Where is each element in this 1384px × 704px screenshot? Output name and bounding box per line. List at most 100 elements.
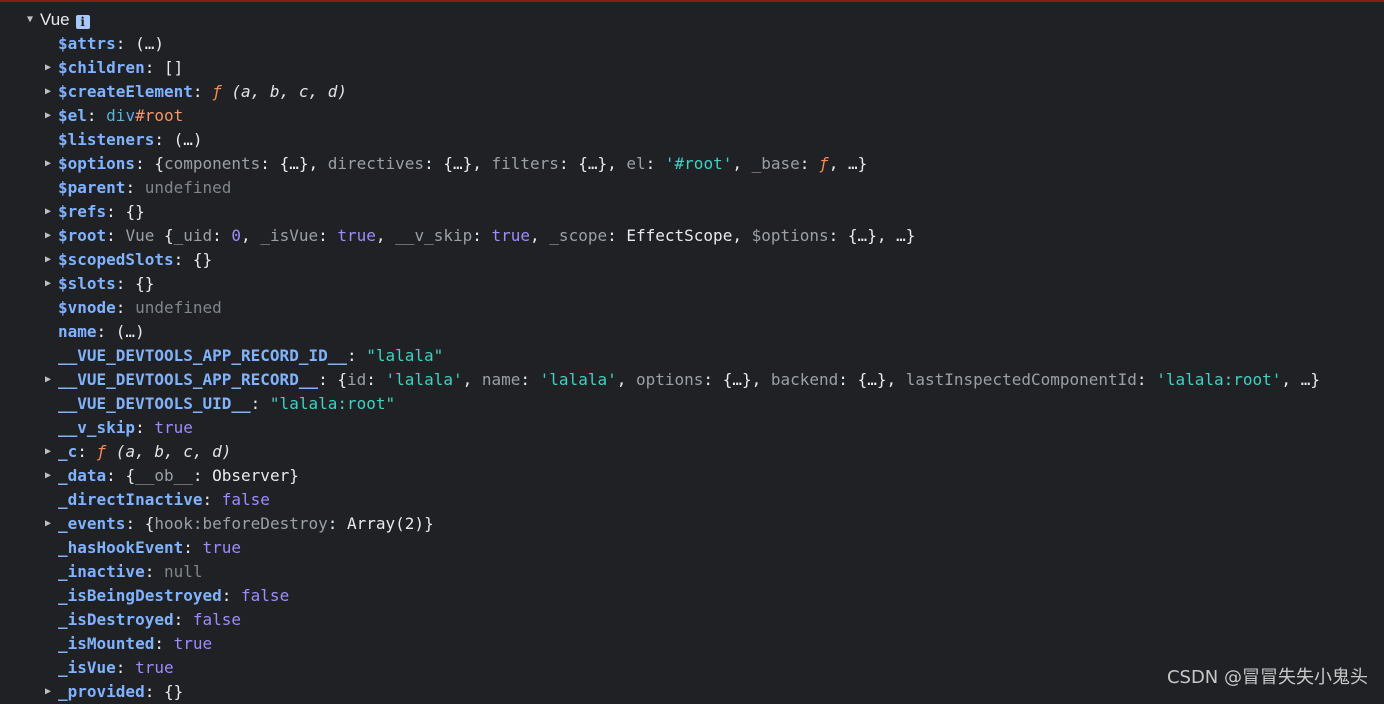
- property-value: []: [164, 58, 183, 77]
- property-key: __v_skip: [58, 418, 136, 437]
- value-token: (a, b, c, d): [106, 442, 232, 461]
- value-token: , …}: [828, 154, 868, 173]
- property-colon: :: [144, 682, 164, 701]
- expand-triangle-icon[interactable]: ▶: [42, 80, 54, 104]
- expand-triangle-icon[interactable]: ▶: [42, 224, 54, 248]
- value-token: : {…},: [703, 370, 771, 389]
- property-key: _isVue: [58, 658, 116, 677]
- value-token: false: [221, 490, 270, 509]
- value-token: {}: [192, 250, 213, 269]
- expand-triangle-icon[interactable]: ▼: [24, 8, 36, 32]
- property-key: $listeners: [58, 130, 155, 149]
- expand-triangle-icon[interactable]: ▶: [42, 104, 54, 128]
- property-value: {}: [164, 682, 183, 701]
- expand-triangle-icon[interactable]: ▶: [42, 56, 54, 80]
- property-key: _events: [58, 514, 126, 533]
- value-token: _scope: [549, 226, 608, 245]
- value-token: {}: [125, 202, 145, 221]
- value-token: __ob__: [135, 466, 193, 485]
- value-token: directives: [327, 154, 425, 173]
- value-token: '#root': [664, 154, 733, 173]
- value-token: {: [154, 154, 164, 173]
- property-value: false: [193, 610, 241, 629]
- value-token: (…): [115, 322, 145, 341]
- property-key: __VUE_DEVTOOLS_APP_RECORD_ID__: [58, 346, 347, 365]
- value-token: {: [125, 466, 136, 485]
- expand-triangle-icon[interactable]: ▶: [42, 512, 54, 536]
- value-token: : {…},: [260, 154, 328, 173]
- value-token: __v_skip: [395, 226, 473, 245]
- property-value: {__ob__: Observer}: [125, 466, 298, 485]
- expand-triangle-icon[interactable]: ▶: [42, 152, 54, 176]
- expand-triangle-icon[interactable]: ▶: [42, 368, 54, 392]
- property-value: ƒ (a, b, c, d): [97, 442, 232, 461]
- property-colon: :: [115, 274, 136, 293]
- property-colon: :: [183, 538, 203, 557]
- value-token: (…): [173, 130, 203, 149]
- value-token: _base: [751, 154, 800, 173]
- value-token: ,: [462, 370, 482, 389]
- value-token: ƒ: [212, 82, 222, 101]
- property-colon: :: [346, 346, 367, 365]
- value-token: backend: [770, 370, 839, 389]
- expand-triangle-icon[interactable]: ▶: [42, 680, 54, 704]
- property-value: true: [174, 634, 213, 653]
- info-icon[interactable]: i: [75, 15, 90, 29]
- value-token: null: [163, 562, 203, 581]
- property-value[interactable]: (…): [174, 130, 203, 149]
- property-colon: :: [154, 130, 174, 149]
- property-colon: :: [135, 418, 155, 437]
- property-key: $attrs: [58, 34, 116, 53]
- expand-triangle-icon[interactable]: ▶: [42, 440, 54, 464]
- property-colon: :: [77, 442, 97, 461]
- value-token: 'lalala:root': [1156, 370, 1282, 389]
- property-colon: :: [96, 322, 116, 341]
- value-token: {}: [163, 682, 184, 701]
- property-value: {}: [135, 274, 154, 293]
- value-token: hook:beforeDestroy: [154, 514, 328, 533]
- value-token: {: [144, 514, 155, 533]
- property-colon: :: [86, 106, 107, 125]
- value-token: _uid: [173, 226, 213, 245]
- expand-triangle-icon[interactable]: ▶: [42, 248, 54, 272]
- expand-triangle-icon[interactable]: ▶: [42, 200, 54, 224]
- property-key: $el: [58, 106, 87, 125]
- expand-triangle-icon[interactable]: ▶: [42, 272, 54, 296]
- value-token: ,: [530, 226, 550, 245]
- value-token: :: [645, 154, 665, 173]
- property-colon: :: [125, 178, 145, 197]
- value-token: ,: [375, 226, 396, 245]
- value-token: : {…},: [558, 154, 627, 173]
- value-token: id: [347, 370, 367, 389]
- value-token: #root: [135, 106, 184, 125]
- property-colon: :: [221, 586, 242, 605]
- property-colon: :: [135, 154, 155, 173]
- property-value: null: [164, 562, 203, 581]
- value-token: true: [337, 226, 376, 245]
- property-value: {}: [193, 250, 212, 269]
- property-colon: :: [154, 634, 174, 653]
- property-value: {}: [125, 202, 144, 221]
- value-token: true: [173, 634, 213, 653]
- property-key: _c: [58, 442, 78, 461]
- value-token: :: [799, 154, 820, 173]
- value-token: true: [135, 658, 174, 677]
- property-key: $vnode: [58, 298, 116, 317]
- property-key: $refs: [58, 202, 107, 221]
- watermark: CSDN @冒冒失失小鬼头: [1166, 667, 1368, 688]
- property-key: _inactive: [58, 562, 145, 581]
- property-key: __VUE_DEVTOOLS_APP_RECORD__: [58, 370, 319, 389]
- value-token: true: [491, 226, 531, 245]
- property-value: {hook:beforeDestroy: Array(2)}: [145, 514, 434, 533]
- property-colon: :: [106, 202, 126, 221]
- expand-triangle-icon[interactable]: ▶: [42, 464, 54, 488]
- value-token: :: [366, 370, 386, 389]
- property-key: $slots: [58, 274, 116, 293]
- property-value: Vue {_uid: 0, _isVue: true, __v_skip: tr…: [125, 226, 915, 245]
- value-token: : {…},: [424, 154, 492, 173]
- property-colon: :: [115, 34, 136, 53]
- property-value[interactable]: (…): [116, 322, 145, 341]
- value-token: :: [1136, 370, 1157, 389]
- property-value[interactable]: (…): [135, 34, 164, 53]
- value-token: ,: [732, 154, 752, 173]
